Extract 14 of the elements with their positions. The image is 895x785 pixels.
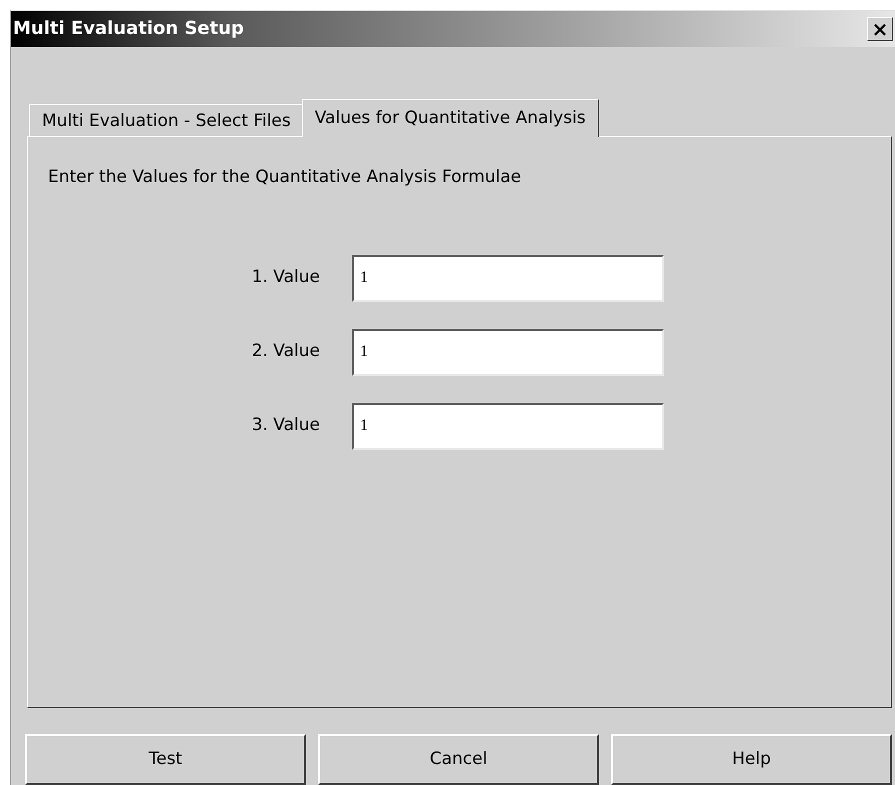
- instruction-text: Enter the Values for the Quantitative Analysis Formulae: [48, 166, 522, 190]
- value-field[interactable]: 1: [352, 402, 664, 450]
- field-label: 2. Value: [250, 340, 320, 364]
- field-label: 1. Value: [250, 266, 320, 290]
- window-title: Multi Evaluation Setup: [13, 17, 244, 42]
- value-field[interactable]: 1: [352, 254, 664, 302]
- tab[interactable]: Values for Quantitative Analysis: [302, 99, 599, 138]
- dialog-button[interactable]: Help: [611, 734, 892, 785]
- dialog-button[interactable]: Cancel: [318, 734, 599, 785]
- dialog-button[interactable]: Test: [25, 734, 306, 785]
- value-field[interactable]: 1: [352, 328, 664, 376]
- tab[interactable]: Multi Evaluation - Select Files: [29, 104, 304, 136]
- field-label: 3. Value: [250, 414, 320, 438]
- close-button[interactable]: ×: [867, 16, 893, 41]
